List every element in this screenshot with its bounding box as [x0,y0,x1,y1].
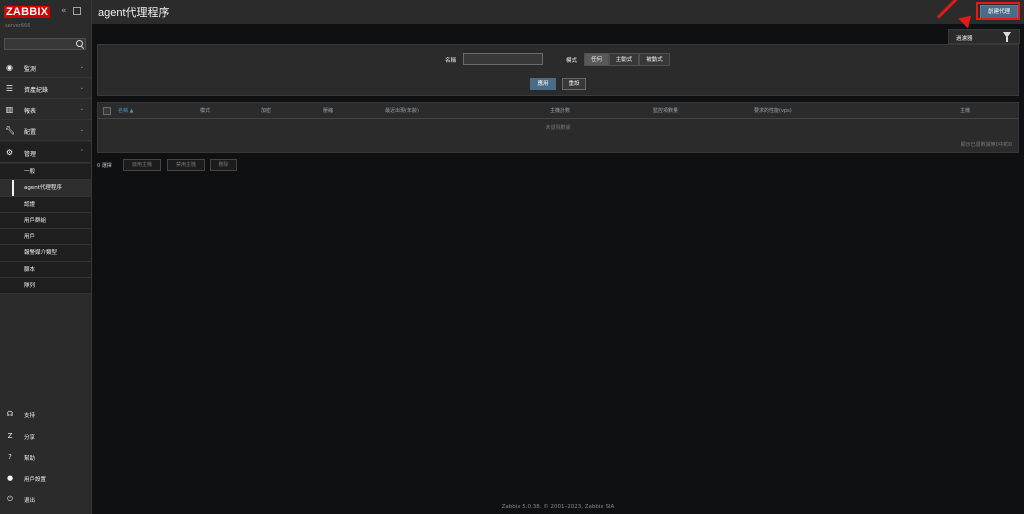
col-mode-header: 模式 [200,108,211,114]
kiosk-mode-icon[interactable] [73,7,81,15]
menu-administration[interactable]: ⚙ 管理 ⌃ [0,142,91,163]
menu-label: 管理 [24,151,37,158]
annotation-highlight-box [976,2,1020,20]
share-icon: Z [7,432,13,440]
col-name-header[interactable]: 名稱 ▲ [118,107,133,114]
submenu-general[interactable]: 一般 [0,164,91,181]
selected-count: 0 選擇 [97,163,112,169]
submenu-authentication[interactable]: 認證 [0,197,91,213]
menu-share[interactable]: Z 分享 [0,426,91,447]
sidebar: ZABBIX « server666 ◉ 監測 ⌄ ☰ 資產紀錄 ⌄ ▥ 報表 … [0,0,92,514]
sidebar-search-input[interactable] [4,38,86,50]
chevron-down-icon: ⌄ [79,64,84,70]
chevron-down-icon: ⌄ [79,127,84,133]
chart-icon: ▥ [5,105,14,114]
server-name: server666 [5,23,31,29]
list-icon: ☰ [5,84,14,93]
menu-monitoring[interactable]: ◉ 監測 ⌄ [0,57,91,78]
delete-button[interactable]: 刪除 [210,159,237,171]
filter-name-label: 名稱 [445,58,457,64]
col-last-seen-header: 最近出現(年齡) [385,108,419,114]
submenu-queue[interactable]: 隊列 [0,278,91,295]
filter-mode-label: 模式 [566,58,578,64]
col-hosts-header: 主機 [960,108,971,114]
menu-help[interactable]: ? 幫助 [0,447,91,468]
submenu-users[interactable]: 用戶 [0,229,91,246]
no-data-message: 未發現數據 [545,125,571,131]
menu-sign-out[interactable]: ⏻ 退出 [0,489,91,510]
submenu-user-groups[interactable]: 用戶群組 [0,213,91,230]
menu-label: 報表 [24,108,37,115]
menu-configuration[interactable]: 🔧︎ 配置 ⌄ [0,120,91,141]
col-compression-header: 壓縮 [323,108,334,114]
menu-user-settings[interactable]: ● 用戶設置 [0,468,91,489]
headset-icon: ☊ [6,410,14,418]
table-header-row: 名稱 ▲ 模式 加密 壓縮 最近出現(年齡) 主機計數 監控項數量 要求的性能(… [98,103,1018,119]
reset-button[interactable]: 重設 [562,78,586,90]
col-host-count-header: 主機計數 [550,108,571,114]
filter-panel: 名稱 模式 任何 主動式 被動式 應用 重設 [97,44,1019,96]
zabbix-logo[interactable]: ZABBIX [4,6,51,18]
apply-button[interactable]: 應用 [530,78,556,90]
eye-icon: ◉ [6,63,13,72]
submenu-media-types[interactable]: 報警媒介類型 [0,245,91,262]
page-footer: Zabbix 5.0.38. © 2001–2023, Zabbix SIA [501,504,615,510]
menu-label: 幫助 [24,456,36,462]
help-icon: ? [8,453,12,461]
enable-hosts-button[interactable]: 啟用主機 [123,159,161,171]
search-icon[interactable] [76,40,83,47]
chevron-up-icon: ⌃ [79,149,84,155]
table-stats: 顯示已發數據無0中的0 [960,142,1012,148]
col-required-performance-header: 要求的性能(vps) [754,108,792,114]
select-all-checkbox[interactable] [103,107,111,115]
mode-any-option[interactable]: 任何 [584,53,609,66]
col-encryption-header: 加密 [261,108,272,114]
menu-label: 資產紀錄 [24,87,49,94]
menu-support[interactable]: ☊ 支持 [0,404,91,425]
filter-icon [1003,32,1011,42]
menu-label: 用戶設置 [24,477,47,483]
administration-submenu: 一般 agent代理程序 認證 用戶群組 用戶 報警媒介類型 腳本 隊列 [0,164,91,295]
menu-label: 分享 [24,435,36,441]
submenu-proxies[interactable]: agent代理程序 [0,180,91,197]
page-title: agent代理程序 [98,7,170,19]
page-header: agent代理程序 創建代理 [92,0,1024,24]
disable-hosts-button[interactable]: 禁用主機 [167,159,205,171]
mode-active-option[interactable]: 主動式 [609,53,639,66]
menu-reports[interactable]: ▥ 報表 ⌄ [0,99,91,120]
menu-label: 配置 [24,129,37,136]
wrench-icon: 🔧︎ [5,126,16,135]
collapse-sidebar-icon[interactable]: « [61,6,67,17]
user-icon: ● [6,474,14,482]
mode-passive-option[interactable]: 被動式 [639,53,670,66]
filter-tab[interactable]: 過濾器 [948,29,1020,44]
menu-label: 監測 [24,66,37,73]
menu-inventory[interactable]: ☰ 資產紀錄 ⌄ [0,78,91,99]
chevron-down-icon: ⌄ [79,106,84,112]
submenu-scripts[interactable]: 腳本 [0,262,91,279]
proxies-table: 名稱 ▲ 模式 加密 壓縮 最近出現(年齡) 主機計數 監控項數量 要求的性能(… [97,102,1019,153]
menu-label: 退出 [24,498,36,504]
filter-name-input[interactable] [463,53,543,65]
col-item-count-header: 監控項數量 [653,108,679,114]
gear-icon: ⚙ [5,148,14,157]
power-icon: ⏻ [7,495,13,503]
menu-label: 支持 [24,413,36,419]
filter-tab-label: 過濾器 [956,36,973,42]
chevron-down-icon: ⌄ [79,85,84,91]
